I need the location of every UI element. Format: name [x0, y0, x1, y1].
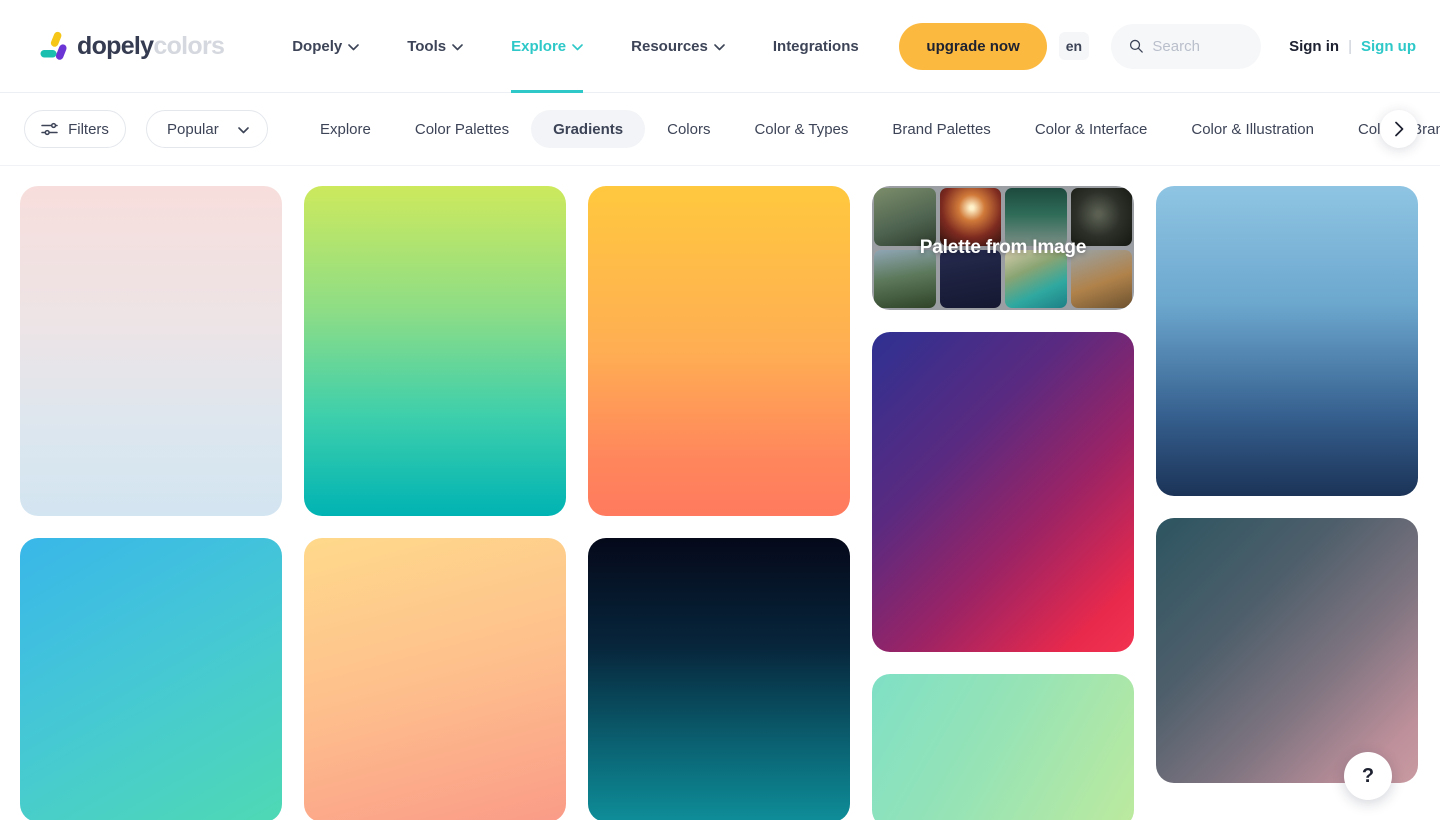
- image-thumbnail: [939, 188, 1001, 246]
- image-thumbnail-grid: [872, 186, 1134, 310]
- logo-wordmark: dopelycolors: [77, 31, 225, 60]
- image-thumbnail: [874, 250, 936, 308]
- search-icon: [1130, 39, 1143, 53]
- header-actions: upgrade now en Sign in | Sign up: [899, 22, 1416, 70]
- gradient-card-navy-teal[interactable]: [588, 538, 850, 820]
- tab-color-and-illustration[interactable]: Color & Illustration: [1169, 110, 1336, 148]
- search-box[interactable]: [1111, 23, 1262, 69]
- main-nav: Dopely Tools Explore Resources Integrati…: [268, 0, 883, 93]
- sign-in-link[interactable]: Sign in: [1289, 38, 1339, 55]
- filters-button[interactable]: Filters: [24, 110, 126, 148]
- auth-links: Sign in | Sign up: [1289, 38, 1416, 55]
- sort-dropdown[interactable]: Popular: [146, 110, 268, 148]
- nav-item-tools[interactable]: Tools: [383, 0, 487, 93]
- chevron-right-icon: [1394, 121, 1403, 137]
- gradient-card-mint-lime[interactable]: [872, 674, 1134, 820]
- gradients-grid-area: Palette from Image: [0, 166, 1440, 820]
- tabs-scroll-right-button[interactable]: [1380, 110, 1418, 148]
- nav-label: Tools: [407, 37, 447, 55]
- chevron-down-icon: [714, 43, 725, 50]
- nav-item-resources[interactable]: Resources: [607, 0, 749, 93]
- gradient-card-slate-mauve[interactable]: [1156, 518, 1418, 783]
- tab-gradients[interactable]: Gradients: [531, 110, 646, 148]
- dopely-logo-icon: [40, 31, 67, 60]
- nav-label: Dopely: [292, 37, 343, 55]
- gradients-grid: Palette from Image: [20, 186, 1420, 820]
- nav-item-integrations[interactable]: Integrations: [749, 0, 883, 93]
- logo[interactable]: dopelycolors: [40, 31, 225, 61]
- gradient-card-sky-navy[interactable]: [1156, 186, 1418, 496]
- image-thumbnail: [1070, 188, 1132, 246]
- sort-label: Popular: [167, 120, 219, 138]
- grid-column: [588, 186, 850, 820]
- nav-label: Resources: [631, 37, 708, 55]
- tab-colors[interactable]: Colors: [645, 110, 732, 148]
- nav-item-dopely[interactable]: Dopely: [268, 0, 383, 93]
- tab-explore[interactable]: Explore: [298, 110, 393, 148]
- gradient-card-gold-salmon[interactable]: [304, 538, 566, 820]
- grid-column: [304, 186, 566, 820]
- help-button[interactable]: ?: [1344, 752, 1392, 800]
- chevron-down-icon: [452, 43, 463, 50]
- chevron-down-icon: [238, 126, 249, 133]
- grid-column: [20, 186, 282, 820]
- gradient-card-lime-teal[interactable]: [304, 186, 566, 516]
- search-input[interactable]: [1152, 37, 1244, 55]
- gradient-card-yellow-coral[interactable]: [588, 186, 850, 516]
- filters-label: Filters: [68, 120, 109, 138]
- image-thumbnail: [874, 188, 936, 246]
- tab-color-palettes[interactable]: Color Palettes: [393, 110, 531, 148]
- logo-text-secondary: colors: [153, 31, 225, 60]
- nav-item-explore[interactable]: Explore: [487, 0, 607, 93]
- category-tabs: Explore Color Palettes Gradients Colors …: [298, 110, 1440, 148]
- tab-brand-palettes[interactable]: Brand Palettes: [870, 110, 1012, 148]
- tab-color-and-interface[interactable]: Color & Interface: [1013, 110, 1170, 148]
- site-header: dopelycolors Dopely Tools Explore Resour…: [0, 0, 1440, 93]
- palette-from-image-card[interactable]: Palette from Image: [872, 186, 1134, 310]
- sign-up-link[interactable]: Sign up: [1361, 38, 1416, 55]
- chevron-down-icon: [572, 43, 583, 50]
- auth-separator: |: [1348, 37, 1352, 55]
- image-thumbnail: [1070, 250, 1132, 308]
- upgrade-now-button[interactable]: upgrade now: [899, 22, 1047, 70]
- sliders-icon: [41, 122, 58, 136]
- logo-text-primary: dopely: [77, 31, 154, 60]
- grid-column: Palette from Image: [872, 186, 1134, 820]
- gradient-card-indigo-crimson[interactable]: [872, 332, 1134, 652]
- tab-color-and-types[interactable]: Color & Types: [732, 110, 870, 148]
- image-thumbnail: [1005, 250, 1067, 308]
- gradient-card-pink-blue[interactable]: [20, 186, 282, 516]
- grid-column: [1156, 186, 1418, 783]
- nav-label: Explore: [511, 37, 567, 55]
- image-thumbnail: [1005, 188, 1067, 246]
- language-switcher[interactable]: en: [1058, 32, 1090, 60]
- image-thumbnail: [939, 250, 1001, 308]
- chevron-down-icon: [348, 43, 360, 50]
- filter-bar: Filters Popular Explore Color Palettes G…: [0, 93, 1440, 166]
- gradient-card-blue-mint[interactable]: [20, 538, 282, 820]
- nav-label: Integrations: [772, 37, 859, 55]
